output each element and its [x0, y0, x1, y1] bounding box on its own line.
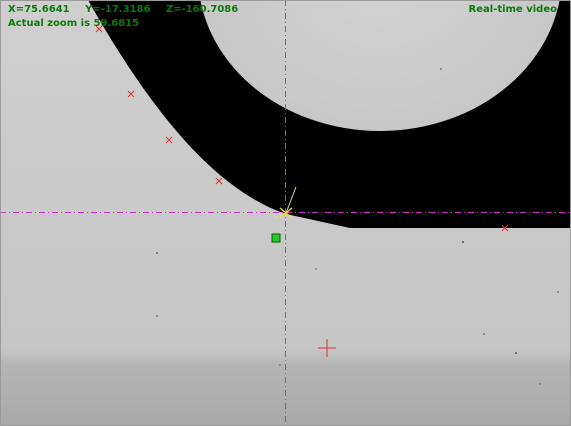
z-readout: Z=-160.7086: [165, 4, 239, 15]
coordinate-readout: X=75.6641 Y=-17.3186 Z=-160.7086: [8, 4, 250, 15]
video-viewport[interactable]: X=75.6641 Y=-17.3186 Z=-160.7086 Actual …: [0, 0, 571, 426]
camera-image[interactable]: [0, 0, 571, 426]
y-readout: Y=-17.3186: [85, 4, 151, 15]
video-mode-label: Real-time video: [468, 4, 557, 15]
zoom-readout: Actual zoom is 59.6815: [8, 18, 140, 29]
anchor-square-icon[interactable]: [271, 233, 281, 243]
x-readout: X=75.6641: [8, 4, 70, 15]
